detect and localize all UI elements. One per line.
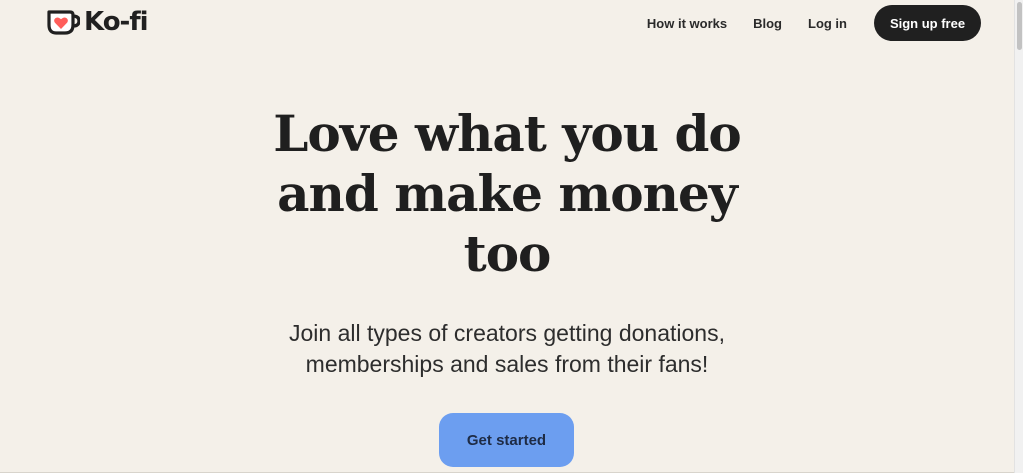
nav-link-log-in[interactable]: Log in [808,16,847,31]
page-viewport: Ko-fi How it works Blog Log in Sign up f… [0,0,1014,473]
nav-link-how-it-works[interactable]: How it works [647,16,727,31]
hero-title-line: too [463,224,552,283]
hero-subtitle-line: Join all types of creators getting donat… [289,320,725,346]
vertical-scrollbar[interactable] [1014,0,1023,473]
hero-subtitle: Join all types of creators getting donat… [0,318,1014,380]
top-navigation: Ko-fi How it works Blog Log in Sign up f… [0,0,1014,45]
scrollbar-thumb[interactable] [1017,2,1022,50]
get-started-button[interactable]: Get started [439,413,574,467]
brand-name: Ko-fi [84,7,149,37]
hero-title-line: and make money [277,164,738,223]
hero-subtitle-line: memberships and sales from their fans! [305,351,709,377]
hero-title: Love what you do and make money too [0,104,1014,284]
coffee-cup-heart-icon [47,10,80,35]
kofi-logo[interactable]: Ko-fi [46,7,149,37]
hero-title-line: Love what you do [273,104,742,163]
nav-link-blog[interactable]: Blog [753,16,782,31]
sign-up-free-button[interactable]: Sign up free [874,5,981,41]
nav-links: How it works Blog Log in Sign up free [647,5,981,41]
